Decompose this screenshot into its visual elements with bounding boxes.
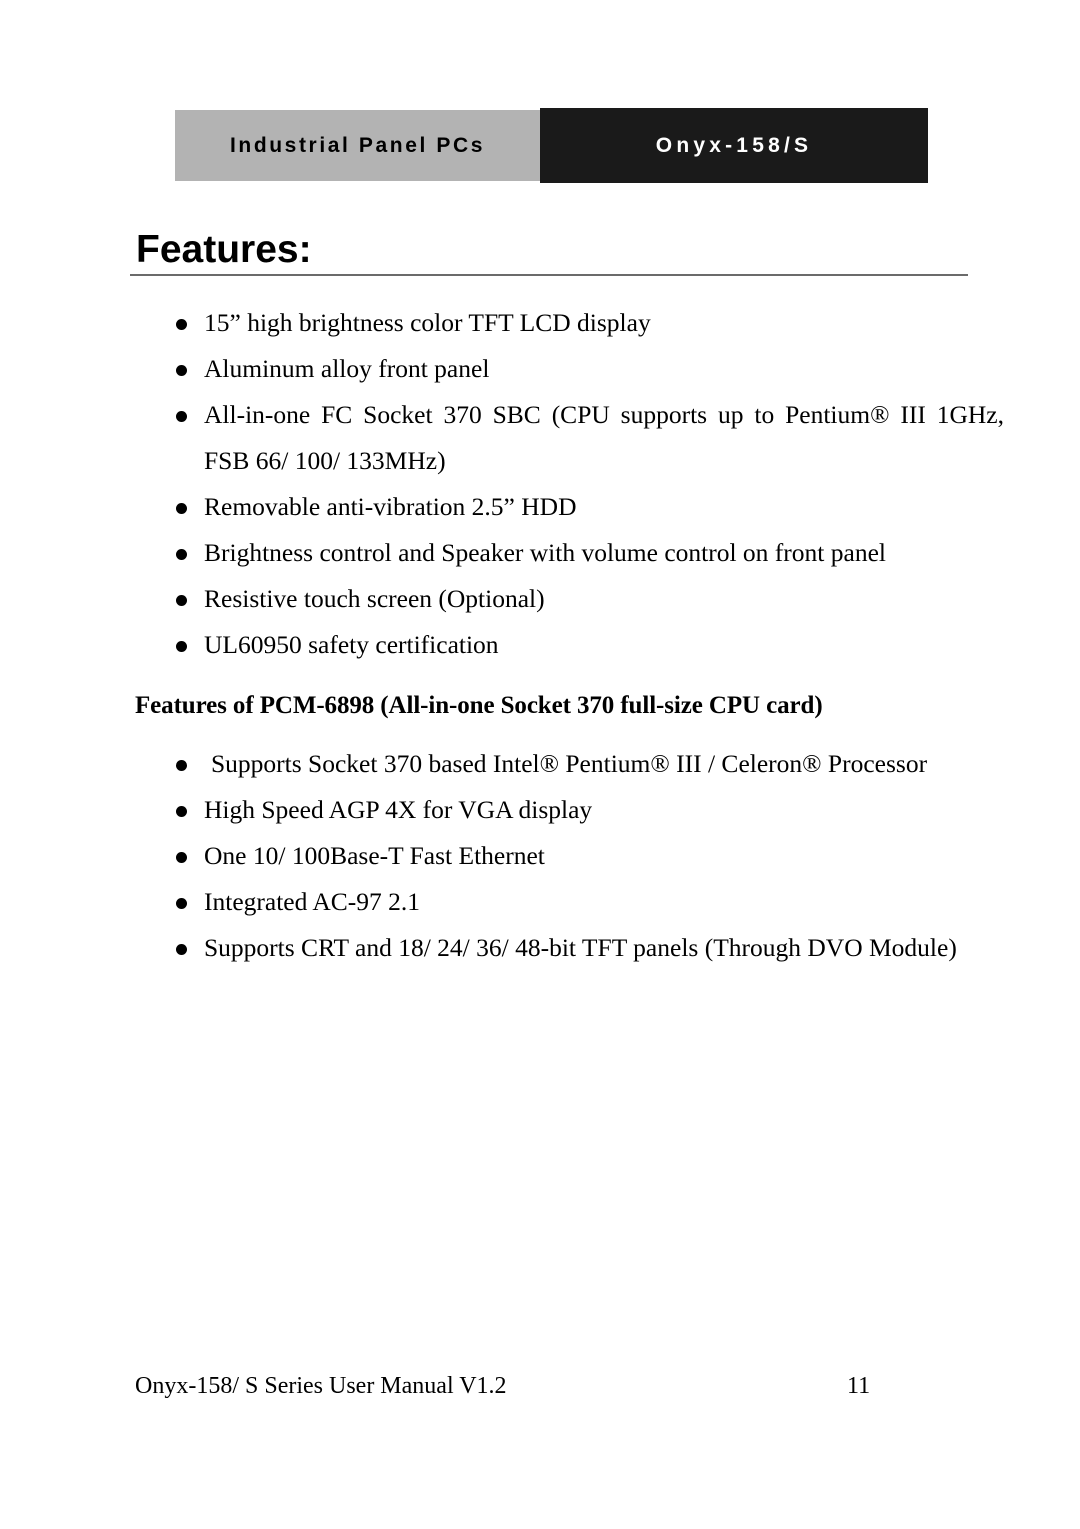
list-item: Supports Socket 370 based Intel® Pentium…: [175, 741, 975, 787]
header-model-bar: Onyx-158/S: [540, 108, 928, 183]
header-model-label: Onyx-158/S: [655, 133, 813, 157]
page-title: Features:: [136, 228, 312, 271]
document-page: Industrial Panel PCs Onyx-158/S Features…: [0, 0, 1080, 1529]
list-item: 15” high brightness color TFT LCD displa…: [175, 300, 975, 346]
pcm-features-list: Supports Socket 370 based Intel® Pentium…: [175, 741, 975, 971]
list-item: Brightness control and Speaker with volu…: [175, 530, 975, 576]
header-category-label: Industrial Panel PCs: [229, 133, 486, 157]
page-footer: Onyx-158/ S Series User Manual V1.2 11: [135, 1373, 968, 1400]
list-item: Integrated AC-97 2.1: [175, 879, 975, 925]
list-item: One 10/ 100Base-T Fast Ethernet: [175, 833, 975, 879]
list-item: High Speed AGP 4X for VGA display: [175, 787, 975, 833]
list-item: Removable anti-vibration 2.5” HDD: [175, 484, 975, 530]
footer-manual-title: Onyx-158/ S Series User Manual V1.2: [135, 1373, 507, 1399]
list-item: Supports CRT and 18/ 24/ 36/ 48-bit TFT …: [175, 925, 975, 971]
list-item: Aluminum alloy front panel: [175, 346, 975, 392]
pcm-subheading: Features of PCM-6898 (All-in-one Socket …: [135, 692, 823, 719]
list-item: UL60950 safety certification: [175, 622, 975, 668]
features-list: 15” high brightness color TFT LCD displa…: [175, 300, 1004, 668]
running-header: Industrial Panel PCs Onyx-158/S: [175, 108, 928, 183]
footer-page-number: 11: [847, 1373, 871, 1399]
list-item: All-in-one FC Socket 370 SBC (CPU suppor…: [175, 392, 1004, 484]
header-category-bar: Industrial Panel PCs: [175, 110, 540, 181]
title-divider: [130, 274, 968, 276]
list-item: Resistive touch screen (Optional): [175, 576, 975, 622]
section-title-block: Features:: [130, 228, 968, 276]
